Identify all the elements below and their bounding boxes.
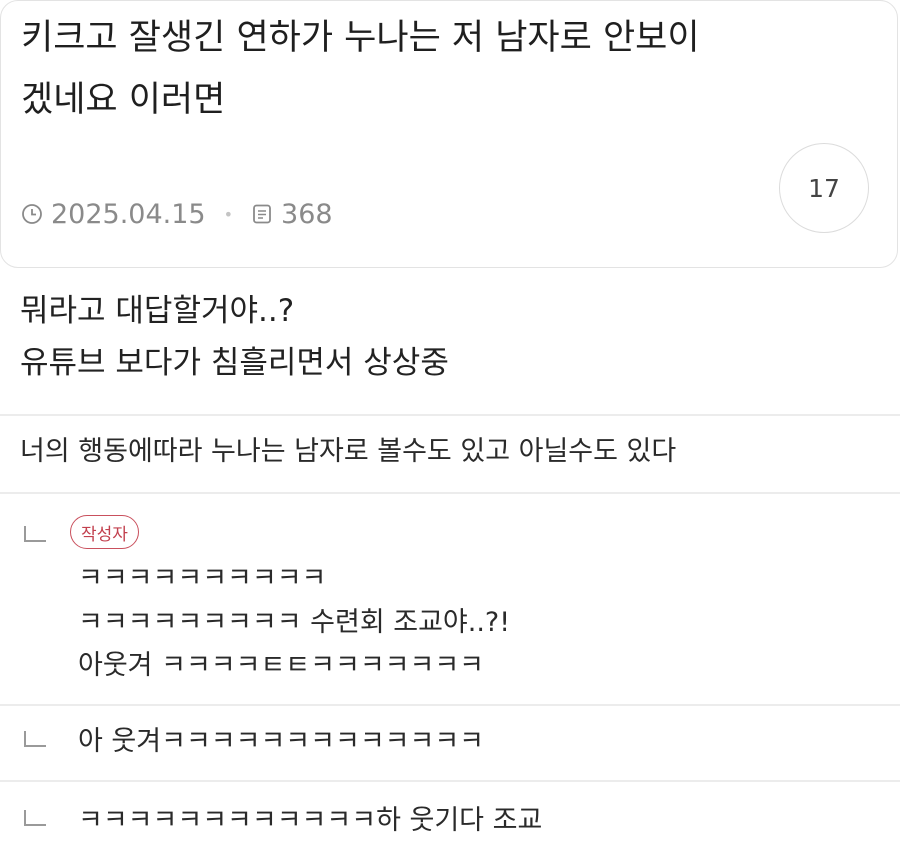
post-detail-page: 키크고 잘생긴 연하가 누나는 저 남자로 안보이 겠네요 이러면 2025.0… (0, 0, 900, 844)
divider (0, 780, 900, 782)
comment-text: 너의 행동에따라 누나는 남자로 볼수도 있고 아닐수도 있다 (20, 436, 677, 467)
document-icon (251, 203, 273, 225)
view-count: 368 (281, 198, 333, 230)
comment-item[interactable]: 너의 행동에따라 누나는 남자로 볼수도 있고 아닐수도 있다 (20, 432, 676, 472)
divider (0, 492, 900, 494)
post-meta: 2025.04.15 • 368 (21, 196, 333, 232)
divider (0, 414, 900, 416)
reply-text-line-3: 아웃겨 ㅋㅋㅋㅋㅌㅌㅋㅋㅋㅋㅋㅋㅋ (78, 650, 485, 681)
reply-arrow-icon (24, 526, 46, 542)
reply-text-line-2: ㅋㅋㅋㅋㅋㅋㅋㅋㅋ 수련회 조교야..?! (78, 607, 511, 638)
clock-icon (21, 203, 43, 225)
post-title-line-2: 겠네요 이러면 (21, 80, 226, 120)
post-header-card: 키크고 잘생긴 연하가 누나는 저 남자로 안보이 겠네요 이러면 2025.0… (0, 0, 898, 268)
author-badge: 작성자 (70, 515, 139, 549)
reply-text-line-1: ㅋㅋㅋㅋㅋㅋㅋㅋㅋㅋ (78, 563, 327, 594)
divider (0, 704, 900, 706)
reply-arrow-icon (24, 731, 46, 747)
post-body-line-1: 뭐라고 대답할거야..? (20, 293, 295, 329)
post-title: 키크고 잘생긴 연하가 누나는 저 남자로 안보이 겠네요 이러면 (21, 7, 851, 131)
meta-separator: • (223, 204, 234, 224)
post-body: 뭐라고 대답할거야..? 유튜브 보다가 침흘리면서 상상중 (20, 285, 449, 389)
reply-text: 아 웃겨ㅋㅋㅋㅋㅋㅋㅋㅋㅋㅋㅋㅋㅋ (78, 726, 485, 757)
comment-count-button[interactable]: 17 (779, 143, 869, 233)
post-title-line-1: 키크고 잘생긴 연하가 누나는 저 남자로 안보이 (21, 18, 700, 58)
reply-arrow-icon (24, 810, 46, 826)
comment-count-value: 17 (808, 173, 840, 203)
reply-text: ㅋㅋㅋㅋㅋㅋㅋㅋㅋㅋㅋㅋ하 웃기다 조교 (78, 805, 543, 836)
post-body-line-2: 유튜브 보다가 침흘리면서 상상중 (20, 345, 449, 381)
post-date: 2025.04.15 (51, 198, 206, 230)
